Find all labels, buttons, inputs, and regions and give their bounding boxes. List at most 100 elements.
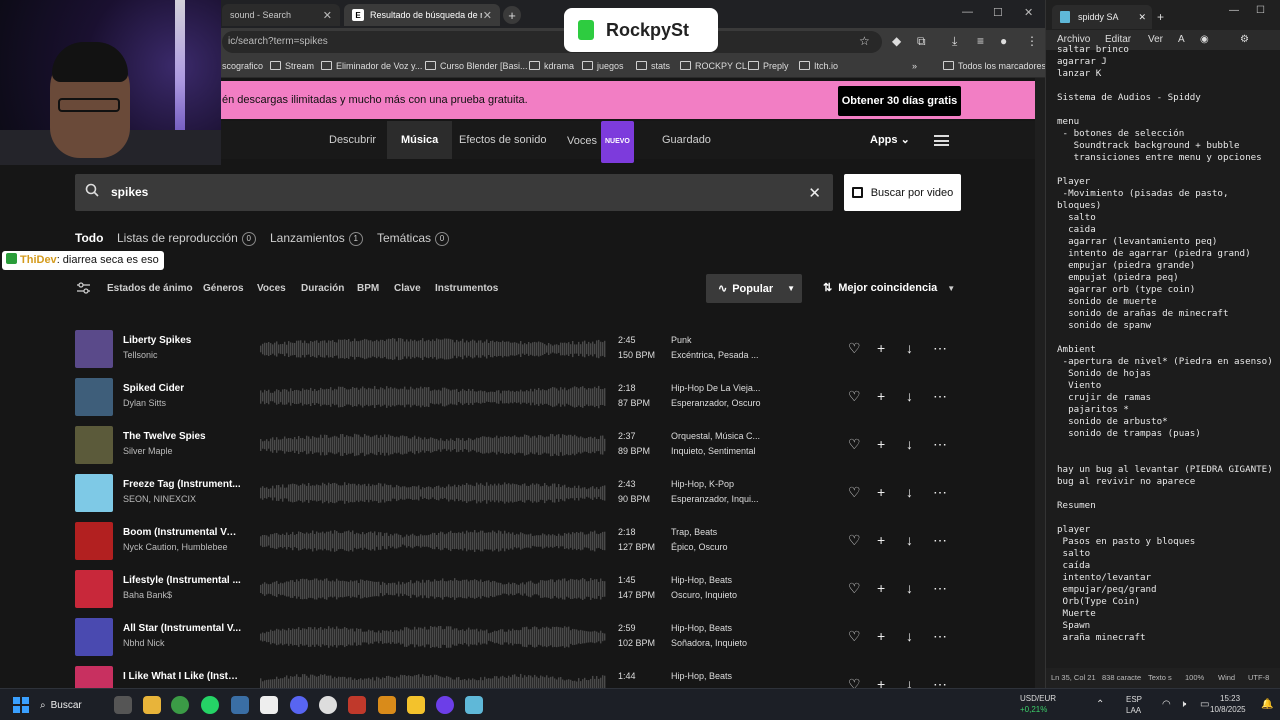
heart-icon[interactable]: ♡ bbox=[848, 532, 861, 548]
track-genre[interactable]: Orquestal, Música C... bbox=[671, 431, 771, 441]
add-to-playlist-icon[interactable]: + bbox=[877, 628, 885, 644]
download-icon[interactable]: ↓ bbox=[906, 628, 913, 644]
heart-icon[interactable]: ♡ bbox=[848, 388, 861, 404]
download-icon[interactable]: ↓ bbox=[906, 340, 913, 356]
track-row[interactable]: Freeze Tag (Instrument... SEON, NINEXCIX 2… bbox=[75, 474, 965, 512]
track-genre[interactable]: Hip-Hop, Beats bbox=[671, 671, 771, 681]
heart-icon[interactable]: ♡ bbox=[848, 484, 861, 500]
track-title[interactable]: Freeze Tag (Instrument... bbox=[123, 479, 241, 490]
album-cover[interactable] bbox=[75, 618, 113, 656]
address-bar[interactable]: ic/search?term=spikes bbox=[222, 31, 882, 53]
album-cover[interactable] bbox=[75, 378, 113, 416]
voicemeeter-icon[interactable] bbox=[348, 696, 366, 714]
download-icon[interactable]: ↓ bbox=[906, 388, 913, 404]
apps-menu[interactable]: Apps ⌄ bbox=[870, 121, 910, 159]
clear-search-icon[interactable]: ✕ bbox=[808, 184, 821, 202]
file-explorer-icon[interactable] bbox=[143, 696, 161, 714]
album-cover[interactable] bbox=[75, 570, 113, 608]
bookmark-item[interactable]: kdrama bbox=[529, 61, 574, 71]
bookmark-item[interactable]: Eliminador de Voz y... bbox=[321, 61, 422, 71]
download-icon[interactable]: ↓ bbox=[906, 532, 913, 548]
track-row[interactable]: Boom (Instrumental Ver... Nyck Caution, H… bbox=[75, 522, 965, 560]
bookmarks-more-icon[interactable]: » bbox=[912, 61, 917, 71]
filter-moods[interactable]: Estados de ánimo bbox=[107, 283, 193, 294]
track-genre[interactable]: Trap, Beats bbox=[671, 527, 771, 537]
track-genre[interactable]: Hip-Hop, Beats bbox=[671, 623, 771, 633]
track-title[interactable]: Spiked Cider bbox=[123, 383, 241, 394]
track-title[interactable]: Boom (Instrumental Ver... bbox=[123, 527, 241, 538]
track-mood[interactable]: Excéntrica, Pesada ... bbox=[671, 350, 771, 360]
album-cover[interactable] bbox=[75, 666, 113, 688]
more-options-icon[interactable]: ⋯ bbox=[933, 340, 947, 356]
track-genre[interactable]: Hip-Hop, K-Pop bbox=[671, 479, 771, 489]
bookmark-item[interactable]: stats bbox=[636, 61, 670, 71]
free-trial-button[interactable]: Obtener 30 días gratis bbox=[838, 86, 961, 116]
notepad-tab[interactable]: spiddy SA ✕ bbox=[1052, 5, 1152, 29]
filter-sliders-icon[interactable] bbox=[77, 282, 90, 294]
waveform[interactable] bbox=[260, 478, 606, 508]
download-icon[interactable]: ↓ bbox=[906, 484, 913, 500]
track-row[interactable]: All Star (Instrumental V... Nbhd Nick 2:59… bbox=[75, 618, 965, 656]
track-row[interactable]: Lifestyle (Instrumental ... Baha Bank$ 1:4… bbox=[75, 570, 965, 608]
add-to-playlist-icon[interactable]: + bbox=[877, 388, 885, 404]
track-mood[interactable]: Esperanzador, Inqui... bbox=[671, 494, 771, 504]
track-row[interactable]: I Like What I Like (Instru... 1:44 Hip-Hop… bbox=[75, 666, 965, 688]
track-title[interactable]: The Twelve Spies bbox=[123, 431, 241, 442]
browser-tab[interactable]: sound - Search ✕ bbox=[222, 4, 340, 26]
profile-icon[interactable]: ● bbox=[1000, 34, 1007, 48]
discord-icon[interactable] bbox=[290, 696, 308, 714]
bookmark-item[interactable]: scografico bbox=[222, 61, 263, 71]
battery-icon[interactable]: ▭ bbox=[1200, 699, 1209, 710]
clock-time[interactable]: 15:23 bbox=[1220, 694, 1240, 703]
close-window-icon[interactable]: ✕ bbox=[1024, 6, 1033, 19]
waveform[interactable] bbox=[260, 334, 606, 364]
media-player-icon[interactable] bbox=[436, 696, 454, 714]
whatsapp-icon[interactable] bbox=[201, 696, 219, 714]
track-artist[interactable]: Nyck Caution, Humblebee bbox=[123, 542, 241, 552]
nav-guardado[interactable]: Guardado bbox=[662, 121, 711, 159]
extension-icon[interactable]: ◆ bbox=[892, 34, 901, 48]
filter-instruments[interactable]: Instrumentos bbox=[435, 283, 498, 294]
waveform[interactable] bbox=[260, 670, 606, 688]
album-cover[interactable] bbox=[75, 522, 113, 560]
track-mood[interactable]: Épico, Oscuro bbox=[671, 542, 771, 552]
task-view-icon[interactable] bbox=[114, 696, 132, 714]
windows-start-icon[interactable] bbox=[13, 697, 29, 713]
notepad-text-area[interactable]: saltar brinco agarrar Jlanzar K Sistema de… bbox=[1057, 44, 1279, 656]
waveform[interactable] bbox=[260, 430, 606, 460]
heart-icon[interactable]: ♡ bbox=[848, 676, 861, 688]
browser-tab-active[interactable]: E Resultado de búsqueda de mú ✕ bbox=[344, 4, 500, 26]
filter-voices[interactable]: Voces bbox=[257, 283, 286, 294]
clock-date[interactable]: 10/8/2025 bbox=[1210, 705, 1246, 714]
waveform[interactable] bbox=[260, 526, 606, 556]
minimize-icon[interactable]: — bbox=[962, 6, 973, 18]
track-artist[interactable]: Baha Bank$ bbox=[123, 590, 241, 600]
notifications-icon[interactable]: 🔔 bbox=[1261, 699, 1273, 710]
more-options-icon[interactable]: ⋯ bbox=[933, 580, 947, 596]
album-cover[interactable] bbox=[75, 474, 113, 512]
filter-duration[interactable]: Duración bbox=[301, 283, 344, 294]
filter-bpm[interactable]: BPM bbox=[357, 283, 379, 294]
filter-key[interactable]: Clave bbox=[394, 283, 421, 294]
new-tab-button[interactable]: + bbox=[503, 6, 521, 24]
bookmark-item[interactable]: Stream bbox=[270, 61, 314, 71]
bookmark-item[interactable]: Curso Blender [Basi... bbox=[425, 61, 528, 71]
waveform[interactable] bbox=[260, 382, 606, 412]
track-artist[interactable]: SEON, NINEXCIX bbox=[123, 494, 241, 504]
more-options-icon[interactable]: ⋯ bbox=[933, 676, 947, 688]
track-title[interactable]: I Like What I Like (Instru... bbox=[123, 671, 241, 682]
track-genre[interactable]: Punk bbox=[671, 335, 771, 345]
menu-dots-icon[interactable]: ⋮ bbox=[1026, 34, 1038, 48]
waveform[interactable] bbox=[260, 622, 606, 652]
taskbar-search[interactable]: ⌕ Buscar bbox=[40, 694, 100, 716]
album-cover[interactable] bbox=[75, 426, 113, 464]
currency-ticker[interactable]: USD/EUR bbox=[1020, 694, 1056, 703]
track-artist[interactable]: Silver Maple bbox=[123, 446, 241, 456]
add-to-playlist-icon[interactable]: + bbox=[877, 532, 885, 548]
more-options-icon[interactable]: ⋯ bbox=[933, 532, 947, 548]
track-mood[interactable]: Soñadora, Inquieto bbox=[671, 638, 771, 648]
hamburger-menu-icon[interactable] bbox=[934, 135, 949, 146]
chrome-icon[interactable] bbox=[171, 696, 189, 714]
track-artist[interactable]: Nbhd Nick bbox=[123, 638, 241, 648]
search-by-video-button[interactable]: Buscar por video bbox=[844, 174, 961, 211]
